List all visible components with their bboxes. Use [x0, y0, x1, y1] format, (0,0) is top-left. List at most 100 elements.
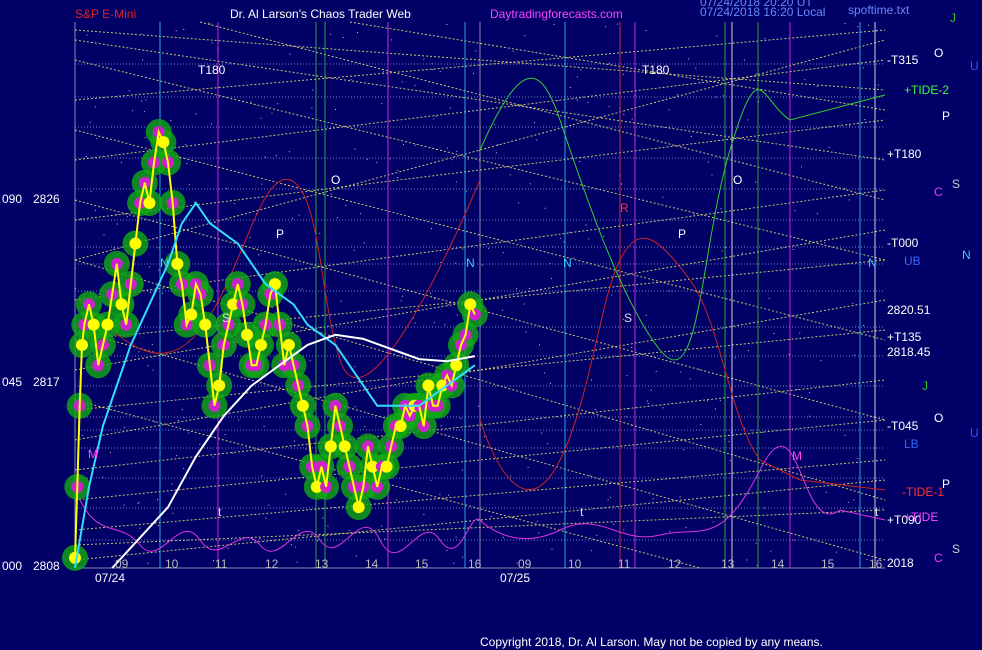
left-price-2826: 2826 — [33, 192, 60, 206]
star — [849, 125, 851, 127]
star — [816, 213, 818, 215]
star — [728, 441, 730, 443]
planet-letter: P — [942, 109, 950, 123]
star — [579, 161, 581, 162]
star — [141, 100, 143, 102]
star — [390, 39, 392, 41]
in-chart-label: N — [868, 256, 877, 270]
star — [679, 496, 681, 498]
right-label-tide-2: +TIDE-2 — [904, 83, 949, 97]
star — [853, 354, 855, 356]
star — [607, 499, 609, 501]
star — [430, 479, 432, 481]
right-label-t315: -T315 — [887, 53, 919, 67]
star — [685, 526, 687, 528]
star — [147, 365, 149, 367]
star — [751, 430, 753, 431]
star — [423, 58, 425, 60]
star — [611, 294, 613, 296]
planet-letter: U — [970, 426, 979, 440]
planet-letter: N — [962, 248, 971, 262]
star — [305, 448, 307, 450]
star — [475, 50, 477, 52]
star — [716, 35, 718, 37]
star — [340, 300, 342, 302]
star — [625, 416, 627, 418]
star — [186, 163, 188, 164]
star — [446, 550, 448, 551]
star — [249, 236, 251, 238]
star — [764, 37, 766, 39]
star — [142, 59, 144, 61]
planet-letter: S — [952, 177, 960, 191]
star — [544, 372, 546, 374]
star — [580, 69, 582, 71]
star — [490, 516, 492, 517]
in-chart-label: O — [733, 173, 742, 187]
star — [132, 110, 134, 112]
star — [788, 353, 790, 355]
star — [809, 415, 811, 417]
star — [275, 155, 277, 157]
star — [495, 152, 497, 154]
star — [605, 26, 607, 28]
site-url[interactable]: Daytradingforecasts.com — [490, 7, 623, 21]
star — [401, 81, 403, 83]
date-label-1: 07/24 — [95, 571, 125, 585]
star — [357, 32, 358, 33]
star — [96, 138, 98, 140]
hour-label: 10 — [165, 557, 179, 571]
star — [662, 196, 664, 198]
star — [211, 42, 213, 44]
star — [292, 218, 293, 220]
star — [212, 456, 214, 458]
star — [553, 23, 555, 25]
copyright: Copyright 2018, Dr. Al Larson. May not b… — [480, 635, 823, 649]
star — [157, 499, 158, 501]
left-angle-000: 000 — [2, 559, 22, 573]
left-price-2817: 2817 — [33, 375, 60, 389]
star — [364, 426, 366, 427]
hour-label: 13 — [315, 557, 329, 571]
planet-letter: O — [934, 411, 943, 425]
star — [715, 408, 716, 410]
star — [792, 249, 794, 250]
star — [645, 314, 647, 316]
star — [144, 136, 146, 138]
star — [646, 400, 648, 402]
star — [354, 148, 356, 150]
right-label-t180: +T180 — [887, 147, 922, 161]
star — [271, 112, 273, 114]
star — [693, 213, 695, 215]
star — [298, 529, 300, 531]
star — [433, 322, 435, 323]
star — [298, 288, 300, 290]
star — [89, 121, 91, 123]
in-chart-label: T180 — [198, 63, 226, 77]
star — [342, 37, 344, 38]
right-label-t135: +T135 — [887, 330, 922, 344]
star — [804, 79, 806, 81]
star — [533, 122, 535, 123]
planet-letter: P — [942, 477, 950, 491]
star — [529, 183, 531, 185]
star — [460, 417, 462, 419]
star — [647, 403, 649, 404]
star — [258, 254, 260, 256]
star — [573, 257, 575, 259]
right-label-tide: +TIDE — [904, 510, 938, 524]
star — [195, 113, 197, 115]
star — [225, 188, 227, 189]
star — [510, 475, 512, 477]
star — [288, 151, 290, 153]
star — [680, 371, 682, 373]
star — [354, 366, 356, 368]
star — [502, 309, 504, 311]
star — [848, 199, 850, 201]
star — [151, 343, 153, 345]
star — [799, 332, 801, 334]
star — [238, 419, 240, 421]
star — [608, 106, 610, 108]
star — [796, 388, 798, 390]
star — [353, 249, 355, 251]
